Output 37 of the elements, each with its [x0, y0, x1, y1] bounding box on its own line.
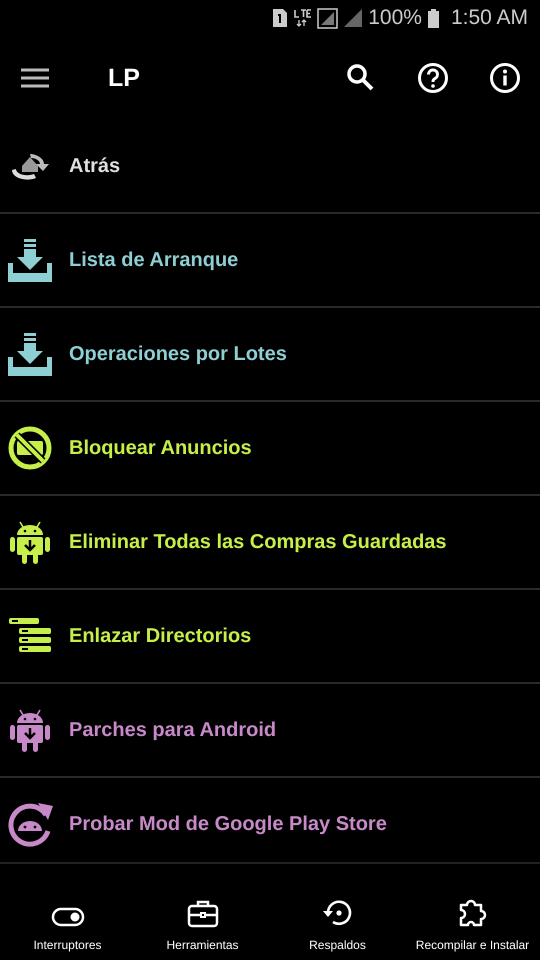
android-download-icon [8, 707, 52, 753]
search-icon [346, 63, 376, 93]
nav-tab[interactable]: Interruptores [0, 864, 135, 960]
search-button[interactable] [346, 63, 376, 93]
sim-icon [273, 9, 288, 27]
menu-item[interactable]: Atrás [0, 120, 540, 214]
nav-tab[interactable]: Respaldos [270, 864, 405, 960]
menu-item[interactable]: Lista de Arranque [0, 214, 540, 308]
menu-item[interactable]: Probar Mod de Google Play Store [0, 778, 540, 862]
android-refresh-icon [8, 801, 54, 847]
info-icon [490, 63, 520, 93]
menu-icon [20, 67, 50, 89]
info-button[interactable] [490, 63, 520, 93]
lte-icon [293, 8, 312, 28]
signal-icon [317, 8, 338, 28]
signal-icon [344, 9, 362, 27]
menu-item[interactable]: Enlazar Directorios [0, 590, 540, 684]
menu-item[interactable]: Eliminar Todas las Compras Guardadas [0, 496, 540, 590]
download-tray-icon [8, 238, 52, 282]
app-title: LP [108, 64, 140, 92]
help-icon [418, 63, 448, 93]
menu-item[interactable]: Bloquear Anuncios [0, 402, 540, 496]
clock: 1:50 AM [450, 6, 528, 30]
android-download-icon [8, 519, 52, 565]
stacked-bars-icon [8, 617, 52, 655]
download-tray-icon [8, 332, 52, 376]
help-button[interactable] [418, 63, 448, 93]
toolbox-icon [186, 900, 218, 928]
restore-icon [322, 898, 354, 928]
menu-item[interactable]: Parches para Android [0, 684, 540, 778]
nav-tab[interactable]: Herramientas [135, 864, 270, 960]
no-ads-icon [8, 426, 52, 470]
menu-item[interactable]: Operaciones por Lotes [0, 308, 540, 402]
toggle-icon [50, 906, 84, 928]
nav-tab[interactable]: Recompilar e Instalar [405, 864, 540, 960]
battery-percentage: 100% [368, 6, 422, 30]
battery-icon [428, 8, 439, 28]
